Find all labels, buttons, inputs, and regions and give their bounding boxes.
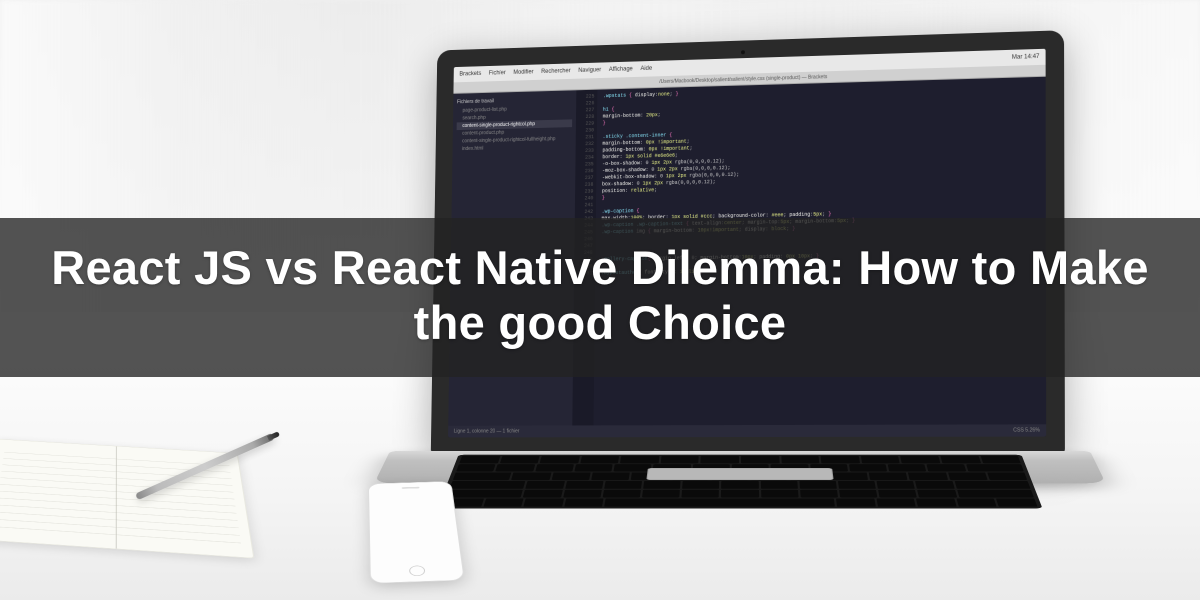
status-left: Ligne 1, colonne 20 — 1 fichier — [454, 429, 520, 435]
editor-statusbar: Ligne 1, colonne 20 — 1 fichier CSS 5.26… — [448, 424, 1046, 437]
status-right: CSS 5.26% — [1013, 427, 1040, 433]
title-overlay: React JS vs React Native Dilemma: How to… — [0, 218, 1200, 377]
menu-item: Modifier — [513, 69, 533, 75]
hero-title: React JS vs React Native Dilemma: How to… — [40, 240, 1160, 351]
clock: Mar 14:47 — [1012, 54, 1040, 61]
laptop-keyboard — [438, 455, 1043, 509]
menu-item: Affichage — [609, 66, 633, 73]
menu-item: Naviguer — [578, 67, 601, 73]
laptop-trackpad — [646, 468, 833, 480]
sidebar-file: index.html — [456, 143, 572, 154]
menu-item: Aide — [640, 66, 652, 72]
hero-image: Brackets Fichier Modifier Rechercher Nav… — [0, 0, 1200, 600]
laptop-base — [374, 451, 1106, 483]
app-name: Brackets — [459, 71, 481, 77]
menu-item: Fichier — [489, 70, 506, 76]
phone-prop — [368, 481, 465, 584]
menu-item: Rechercher — [541, 68, 571, 75]
